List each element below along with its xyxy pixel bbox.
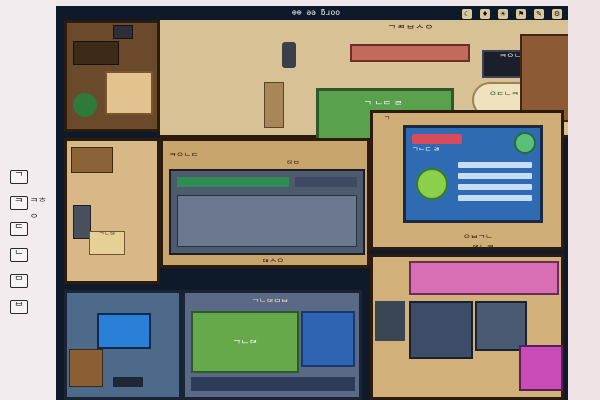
monitor-row bbox=[458, 195, 532, 201]
glyph-label-b: ᄋ bbox=[30, 214, 39, 224]
glyph-1[interactable]: ᄀ bbox=[10, 170, 28, 184]
sun-icon[interactable]: ☀ bbox=[498, 9, 508, 19]
courtyard-banner-text: ᄀᄅᄆᄇᄉᄋ bbox=[387, 25, 435, 35]
glyph-3[interactable]: ᄃ bbox=[10, 222, 28, 236]
rug bbox=[105, 71, 153, 115]
monitor-row bbox=[458, 173, 532, 179]
studio-screen-text: ᄀᄂᄃᄅ bbox=[232, 340, 258, 350]
desk bbox=[73, 41, 119, 65]
room-lounge[interactable]: ᄀᄂᄃᄅ bbox=[64, 138, 160, 284]
studio-header: ᄀᄂᄃᄅᄆᄇ bbox=[251, 298, 289, 307]
studio-side-panel[interactable] bbox=[301, 311, 355, 367]
gear-icon[interactable]: ⚙ bbox=[552, 9, 562, 19]
control-screen[interactable] bbox=[169, 169, 365, 255]
monitor-row bbox=[458, 162, 532, 168]
storage-box bbox=[69, 349, 103, 387]
status-badge bbox=[514, 132, 536, 154]
map-title: ⊕⊕ ǝǝ ƃɹoo bbox=[291, 8, 341, 17]
monitor-row bbox=[458, 184, 532, 190]
courtyard-banner bbox=[350, 44, 470, 62]
game-map[interactable]: ⊕⊕ ǝǝ ƃɹoo ☾ ♦ ☀ ⚑ ✎ ⚙ ᄀᄅᄆᄇᄉᄋ ᄀ ᄂᄃ ᄅ ᄏᄋᄂ… bbox=[56, 6, 568, 400]
screen-progress bbox=[177, 177, 289, 187]
studio-taskbar[interactable] bbox=[191, 377, 355, 391]
monitor-title: ᄀᄂᄃ ᄅᄆ bbox=[412, 147, 440, 155]
screen-panel bbox=[177, 195, 357, 247]
keyboard bbox=[113, 377, 143, 387]
screen-tab[interactable] bbox=[295, 177, 357, 187]
room-studio[interactable]: ᄀᄂᄃᄅᄆᄇ ᄀᄂᄃᄅ bbox=[182, 290, 362, 400]
lounge-tag: ᄀᄂᄃᄅ bbox=[89, 231, 125, 255]
plant bbox=[73, 93, 97, 117]
pencil-icon[interactable]: ✎ bbox=[534, 9, 544, 19]
arcade-machine[interactable] bbox=[375, 301, 405, 341]
arcade-console[interactable] bbox=[409, 301, 473, 359]
room-bedroom[interactable] bbox=[64, 20, 160, 132]
glyph-4[interactable]: ᄂ bbox=[10, 248, 28, 262]
office-screen[interactable] bbox=[97, 313, 151, 349]
shelf bbox=[264, 82, 284, 128]
glyph-2[interactable]: ᄏ bbox=[10, 196, 28, 210]
left-glyph-bar: ᄀ ᄏ ᄏᄒ ᄃ ᄋ ᄂ ᄆ ᄇ bbox=[0, 0, 56, 400]
arcade-label: ᄋᄅᄂᄏ bbox=[471, 244, 495, 253]
glyph-5[interactable]: ᄆ bbox=[10, 274, 28, 288]
control-corner: ᄃᄅᄇ bbox=[286, 160, 300, 168]
monitor-sign: ᄀ bbox=[383, 116, 391, 124]
arcade-banner bbox=[409, 261, 559, 295]
room-arcade[interactable]: ᄋᄅᄂᄏ bbox=[370, 244, 564, 400]
side-room[interactable] bbox=[520, 34, 568, 122]
car-sprite bbox=[282, 42, 296, 68]
moon-icon[interactable]: ☾ bbox=[462, 9, 472, 19]
glyph-6[interactable]: ᄇ bbox=[10, 300, 28, 314]
arcade-pad bbox=[519, 345, 563, 391]
glyph-label-a: ᄏᄒ bbox=[30, 198, 47, 208]
tv[interactable] bbox=[113, 25, 133, 39]
room-control[interactable]: ᄏᄋᄂᄃ ᄃᄅᄇ ᄃᄇᄉᄋ bbox=[160, 138, 370, 268]
room-office[interactable] bbox=[64, 290, 182, 400]
globe-icon bbox=[416, 168, 448, 200]
monitor-rows bbox=[458, 162, 532, 210]
control-header: ᄏᄋᄂᄃ bbox=[169, 152, 199, 161]
right-margin bbox=[568, 0, 600, 400]
control-footer: ᄃᄇᄉᄋ bbox=[261, 258, 285, 267]
sofa bbox=[71, 147, 113, 173]
monitor-footer: ᄋᄇᄀᄂ bbox=[463, 234, 493, 243]
flag-icon[interactable]: ⚑ bbox=[516, 9, 526, 19]
room-monitor[interactable]: ᄀ ᄀᄂᄃ ᄅᄆ ᄋᄇᄀᄂ bbox=[370, 110, 564, 250]
monitor-screen[interactable]: ᄀᄂᄃ ᄅᄆ bbox=[403, 125, 543, 223]
arcade-panel[interactable] bbox=[475, 301, 527, 351]
toolbar-icons: ☾ ♦ ☀ ⚑ ✎ ⚙ bbox=[372, 8, 562, 20]
monitor-alert bbox=[412, 134, 462, 144]
diamond-icon[interactable]: ♦ bbox=[480, 9, 490, 19]
